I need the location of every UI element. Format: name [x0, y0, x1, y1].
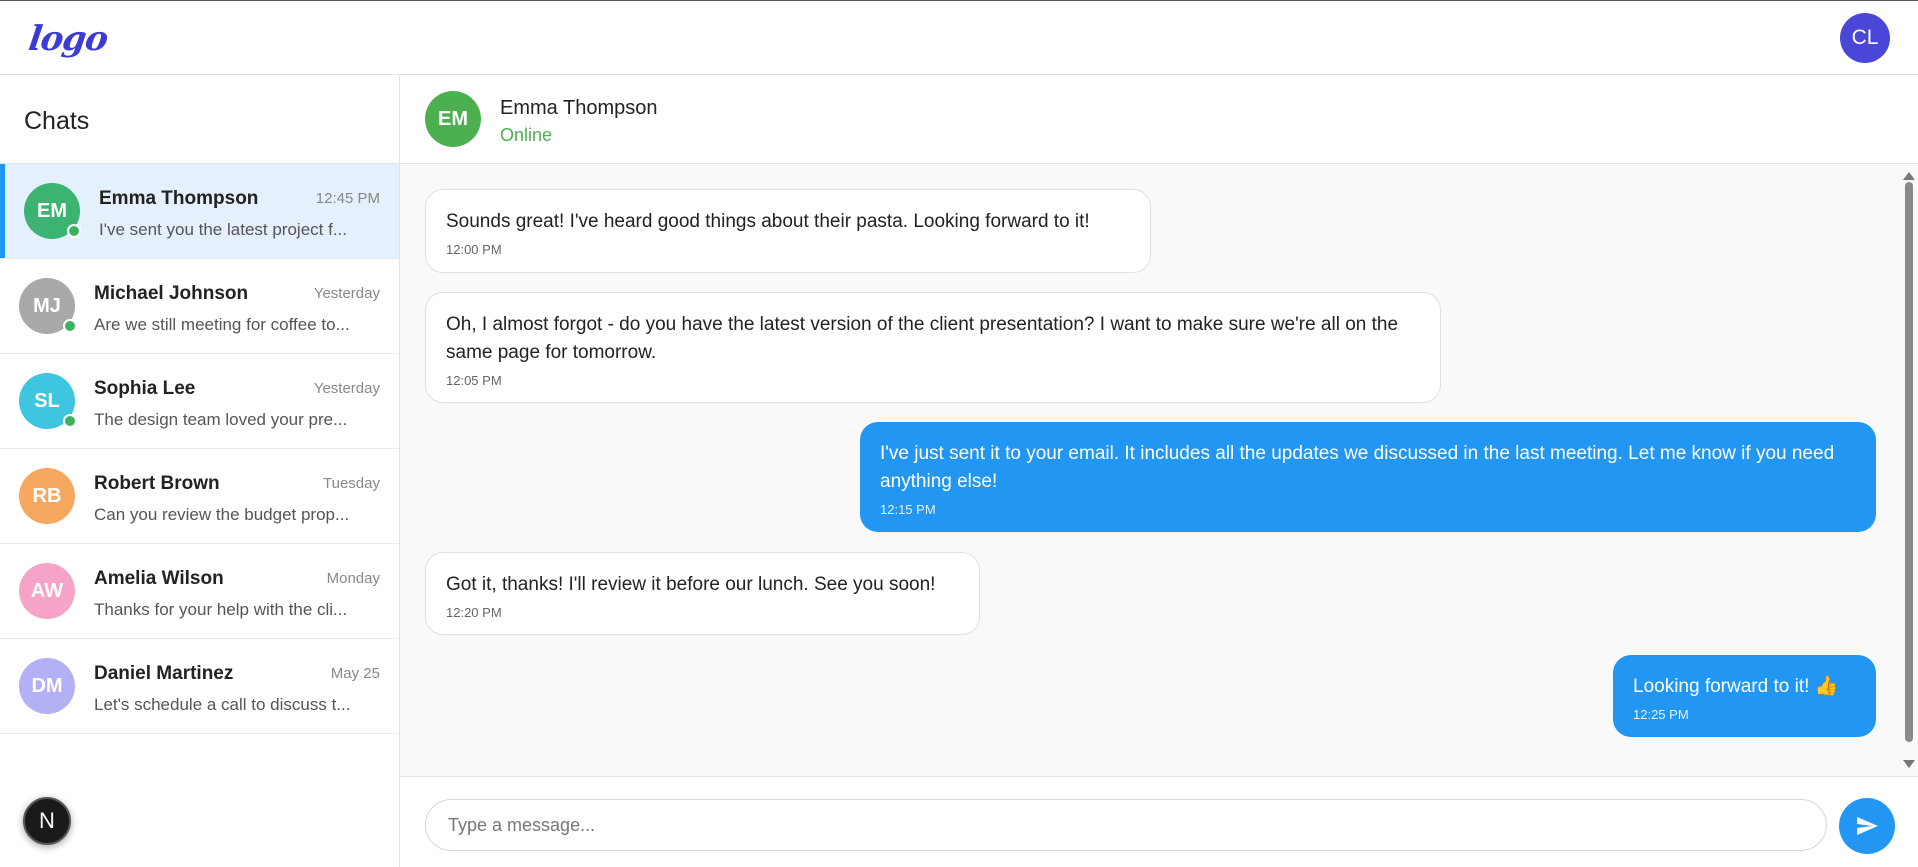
chat-preview: I've sent you the latest project f... — [99, 220, 347, 239]
chat-preview: Can you review the budget prop... — [94, 505, 350, 524]
contact-name: Emma Thompson — [500, 97, 658, 119]
chat-preview: The design team loved your pre... — [94, 410, 348, 429]
scroll-thumb[interactable] — [1905, 182, 1913, 742]
sidebar: Chats EM Emma Thompson 12:45 PM I've sen… — [0, 75, 400, 867]
logo[interactable]: logo — [26, 19, 110, 59]
chat-item-daniel-martinez[interactable]: DM Daniel Martinez May 25 Let's schedule… — [0, 639, 399, 734]
chat-name: Amelia Wilson — [94, 568, 224, 589]
user-avatar[interactable]: CL — [1840, 13, 1890, 63]
chat-time: Tuesday — [323, 475, 380, 492]
chat-name: Emma Thompson — [99, 188, 259, 209]
chat-item-michael-johnson[interactable]: MJ Michael Johnson Yesterday Are we stil… — [0, 259, 399, 354]
message-bubble: Looking forward to it! 👍 12:25 PM — [1613, 655, 1876, 737]
message-bubble: Got it, thanks! I'll review it before ou… — [425, 552, 980, 635]
avatar: AW — [19, 563, 75, 619]
chat-item-emma-thompson[interactable]: EM Emma Thompson 12:45 PM I've sent you … — [0, 164, 399, 259]
chat-time: Yesterday — [313, 380, 380, 397]
avatar: DM — [19, 658, 75, 714]
chat-name: Robert Brown — [94, 473, 220, 494]
message-time: 12:00 PM — [446, 242, 502, 257]
message-text: Looking forward to it! 👍 — [1633, 676, 1839, 697]
message-time: 12:15 PM — [880, 502, 936, 517]
message-list[interactable]: Sounds great! I've heard good things abo… — [400, 164, 1918, 776]
chat-preview: Let's schedule a call to discuss t... — [94, 695, 351, 714]
chat-time: Yesterday — [313, 285, 380, 302]
top-bar: logo CL — [0, 0, 1918, 75]
contact-avatar: EM — [425, 91, 481, 147]
chat-item-sophia-lee[interactable]: SL Sophia Lee Yesterday The design team … — [0, 354, 399, 449]
message-time: 12:05 PM — [446, 373, 502, 388]
chat-item-robert-brown[interactable]: RB Robert Brown Tuesday Can you review t… — [0, 449, 399, 544]
dev-tools-badge[interactable]: N — [23, 797, 71, 845]
message-text: Got it, thanks! I'll review it before ou… — [446, 574, 936, 595]
chat-name: Sophia Lee — [94, 378, 196, 399]
message-bubble: Sounds great! I've heard good things abo… — [425, 189, 1151, 273]
message-time: 12:20 PM — [446, 605, 502, 620]
message-text: Sounds great! I've heard good things abo… — [446, 211, 1090, 232]
message-text: Oh, I almost forgot - do you have the la… — [446, 314, 1399, 363]
conversation-panel: EM Emma Thompson Online Sounds great! I'… — [400, 75, 1918, 867]
online-indicator — [63, 414, 77, 428]
chat-time: Monday — [326, 570, 380, 587]
scroll-down-arrow-icon[interactable] — [1903, 760, 1915, 768]
chat-time: 12:45 PM — [315, 190, 380, 207]
message-scrollbar[interactable] — [1900, 164, 1918, 776]
chat-item-amelia-wilson[interactable]: AW Amelia Wilson Monday Thanks for your … — [0, 544, 399, 639]
message-time: 12:25 PM — [1633, 707, 1689, 722]
send-button[interactable] — [1839, 798, 1895, 854]
message-bubble: I've just sent it to your email. It incl… — [860, 422, 1876, 532]
chat-preview: Are we still meeting for coffee to... — [94, 315, 350, 334]
contact-status: Online — [500, 125, 553, 145]
avatar: RB — [19, 468, 75, 524]
chat-preview: Thanks for your help with the cli... — [94, 600, 348, 619]
message-text: I've just sent it to your email. It incl… — [880, 443, 1835, 492]
conversation-header: EM Emma Thompson Online — [400, 75, 1918, 164]
online-indicator — [63, 319, 77, 333]
scroll-up-arrow-icon[interactable] — [1903, 172, 1915, 180]
online-indicator — [67, 224, 81, 238]
chat-name: Michael Johnson — [94, 283, 249, 304]
sidebar-title: Chats — [0, 75, 399, 164]
send-icon — [1857, 817, 1878, 835]
message-bubble: Oh, I almost forgot - do you have the la… — [425, 292, 1441, 403]
message-input[interactable] — [425, 799, 1827, 851]
message-composer — [400, 776, 1918, 867]
chat-name: Daniel Martinez — [94, 663, 234, 684]
chat-time: May 25 — [330, 665, 380, 682]
